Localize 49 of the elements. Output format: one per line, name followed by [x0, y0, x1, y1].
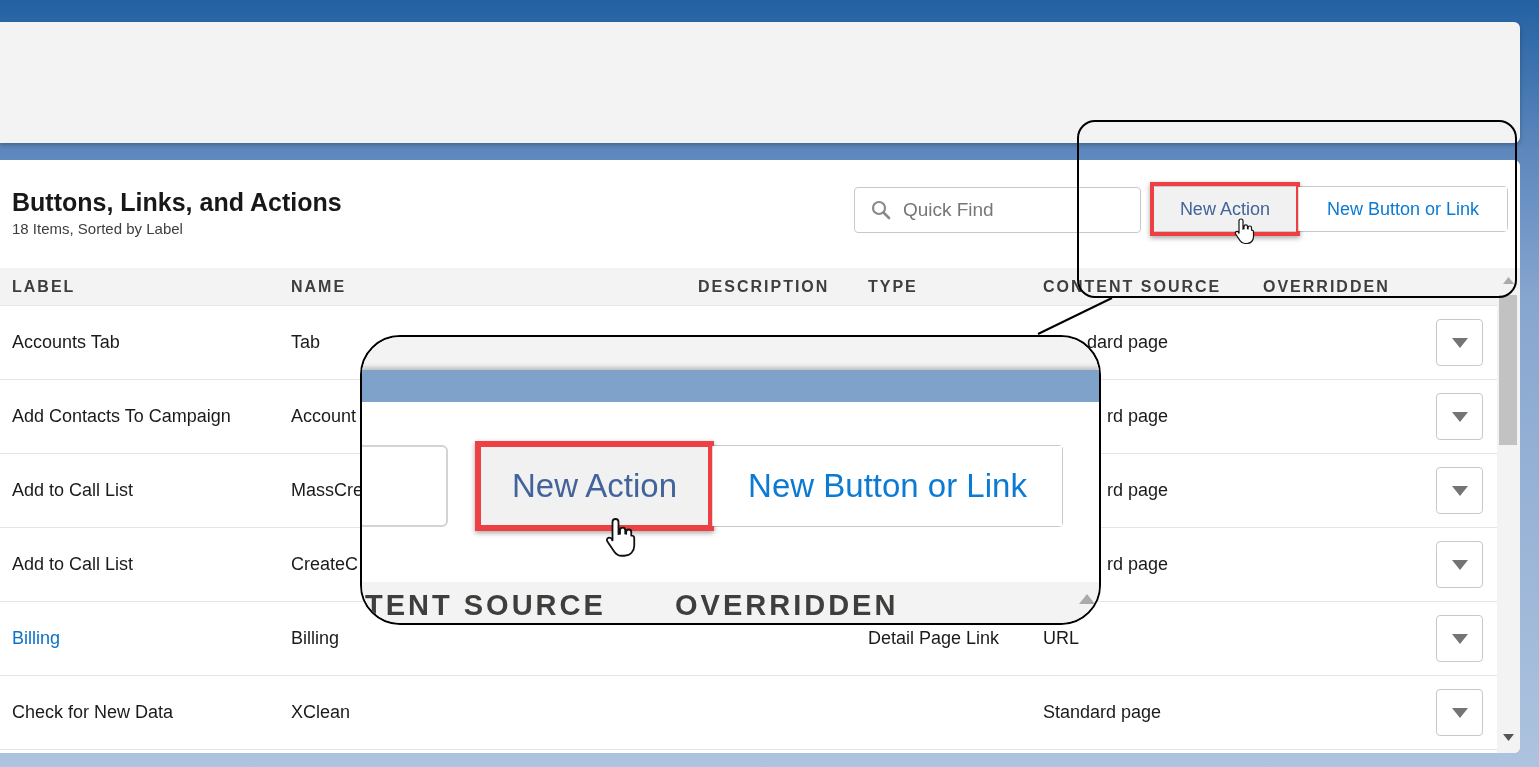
- table-cell-text: rd page: [1105, 406, 1168, 427]
- dropdown-caret-icon: [1451, 707, 1468, 718]
- column-header: TYPE: [868, 277, 918, 296]
- dropdown-caret-icon: [1451, 559, 1468, 570]
- scroll-down-icon[interactable]: [1503, 734, 1514, 741]
- dropdown-caret-icon: [1451, 633, 1468, 644]
- table-cell: Add to Call List: [12, 554, 134, 575]
- column-header: TENT SOURCE: [365, 589, 606, 622]
- table-cell: Add to Call List: [12, 480, 134, 501]
- search-icon: [870, 200, 891, 220]
- table-cell: Check for New Data: [12, 702, 174, 723]
- table-cell: Standard page: [1043, 702, 1162, 723]
- column-header: OVERRIDDEN: [675, 589, 899, 622]
- row-menu-button[interactable]: [1436, 541, 1483, 588]
- table-cell: CreateC: [291, 554, 359, 575]
- table-cell-text: dard page: [1085, 332, 1168, 353]
- column-header: DESCRIPTION: [698, 277, 830, 296]
- scrollbar[interactable]: [1497, 268, 1520, 753]
- table-cell-text: rd page: [1105, 554, 1168, 575]
- table-cell: Billing: [291, 628, 340, 649]
- record-link[interactable]: Billing: [12, 628, 61, 649]
- table-cell-text: rd page: [1105, 480, 1168, 501]
- row-menu-button[interactable]: [1436, 319, 1483, 366]
- column-header: NAME: [291, 277, 347, 296]
- table-cell: Detail Page Link: [868, 628, 1000, 649]
- list-subtitle: 18 Items, Sorted by Label: [12, 220, 184, 237]
- list-title: Buttons, Links, and Actions: [12, 188, 343, 217]
- table-cell: Account: [291, 406, 357, 427]
- row-menu-button[interactable]: [1436, 393, 1483, 440]
- hand-cursor-icon: [605, 516, 638, 558]
- dropdown-caret-icon: [1451, 337, 1468, 348]
- quick-find-field[interactable]: Quick Find: [853, 187, 1141, 233]
- scrollbar-thumb[interactable]: [1499, 295, 1517, 445]
- table-cell: URL: [1043, 628, 1079, 649]
- scroll-up-icon: [1079, 594, 1095, 604]
- column-header: OVERRIDDEN: [1263, 277, 1390, 296]
- row-menu-button[interactable]: [1436, 615, 1483, 662]
- table-cell: Accounts Tab: [12, 332, 120, 353]
- column-header: LABEL: [12, 277, 76, 296]
- dropdown-caret-icon: [1451, 411, 1468, 422]
- table-cell: MassCre: [291, 480, 363, 501]
- new-button-or-link-button[interactable]: New Button or Link: [713, 446, 1062, 526]
- dropdown-caret-icon: [1451, 485, 1468, 496]
- table-cell: XClean: [291, 702, 351, 723]
- table-cell: Add Contacts To Campaign: [12, 406, 231, 427]
- row-menu-button[interactable]: [1436, 467, 1483, 514]
- row-menu-button[interactable]: [1436, 689, 1483, 736]
- table-cell: Tab: [291, 332, 321, 353]
- new-button-or-link-button[interactable]: New Button or Link: [1298, 187, 1507, 231]
